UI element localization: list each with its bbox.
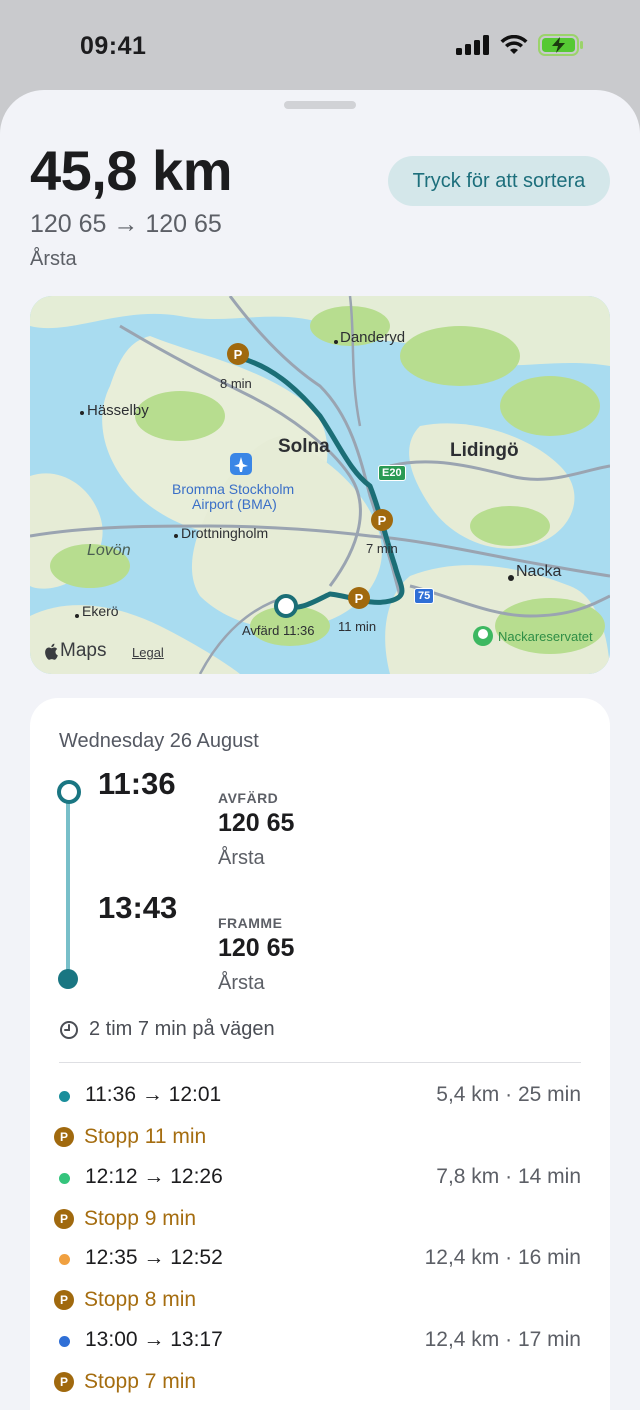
segment-row[interactable]: 11:36 → 12:01 5,4 km · 25 min <box>59 1081 581 1111</box>
departure-time: 11:36 <box>98 766 176 801</box>
arrival-marker <box>58 969 78 989</box>
maps-attribution-text: Maps <box>60 640 107 661</box>
stop-duration-label: 8 min <box>220 376 252 391</box>
stop-row: P Stopp 8 min <box>54 1285 196 1315</box>
stop-text: Stopp 8 min <box>84 1288 197 1311</box>
segment-time: 13:00 → 13:17 <box>85 1328 223 1351</box>
trip-distance: 45,8 km <box>30 139 233 202</box>
map-label-nacka: Nacka <box>516 563 562 580</box>
maps-attribution: Maps <box>44 640 106 662</box>
map-label-bromma: Bromma Stockholm <box>172 481 295 497</box>
parking-icon: P <box>54 1372 74 1392</box>
segment-time: 11:36 → 12:01 <box>85 1083 222 1106</box>
stop-text: Stopp 11 min <box>84 1125 207 1148</box>
departure-code: 120 65 <box>218 809 295 837</box>
parking-icon: P <box>54 1209 74 1229</box>
segment-row[interactable]: 13:00 → 13:17 12,4 km · 17 min <box>59 1326 581 1356</box>
trip-duration: 2 tim 7 min på vägen <box>59 1018 275 1041</box>
sheet-grabber[interactable] <box>284 101 356 109</box>
clock-icon <box>60 1020 78 1039</box>
parking-icon: P <box>54 1127 74 1147</box>
arrival-label: FRAMME <box>218 915 283 931</box>
departure-label: AVFÄRD <box>218 790 279 806</box>
apple-logo-icon <box>45 643 58 660</box>
route-map[interactable]: P P P Danderyd Hässelby Solna Lidingö Br… <box>30 296 610 674</box>
map-label-drottningholm: Drottningholm <box>181 525 269 541</box>
road-75-badge: 75 <box>414 588 435 604</box>
trip-details-card: Wednesday 26 August 11:36 AVFÄRD 120 65 … <box>30 698 610 1410</box>
segment-color-dot <box>59 1173 70 1184</box>
map-label-ekero: Ekerö <box>82 603 119 619</box>
segment-info: 12,4 km · 16 min <box>424 1246 581 1269</box>
arrival-time: 13:43 <box>98 890 178 925</box>
segment-time: 12:35 → 12:52 <box>85 1246 223 1269</box>
wifi-icon <box>500 35 528 54</box>
route-summary: 120 65 → 120 65 <box>30 210 222 238</box>
segment-time: 12:12 → 12:26 <box>85 1165 223 1188</box>
segment-info: 7,8 km · 14 min <box>436 1165 581 1188</box>
svg-text:P: P <box>378 513 387 528</box>
departure-place: Årsta <box>218 847 265 869</box>
map-legal-link[interactable]: Legal <box>132 645 164 660</box>
trip-sheet: 45,8 km Tryck för att sortera 120 65 → 1… <box>0 90 640 1410</box>
map-label-solna: Solna <box>278 436 330 457</box>
stop-duration-label: 11 min <box>338 619 377 634</box>
departure-marker <box>57 780 81 804</box>
stop-row: P Stopp 11 min <box>54 1122 206 1152</box>
map-label-nackareservatet: Nackareservatet <box>498 629 593 644</box>
status-time: 09:41 <box>80 32 147 60</box>
stop-text: Stopp 7 min <box>84 1370 197 1393</box>
origin-place: Årsta <box>30 248 77 270</box>
divider <box>59 1062 581 1063</box>
sort-button[interactable]: Tryck för att sortera <box>388 156 610 206</box>
trip-duration-text: 2 tim 7 min på vägen <box>89 1018 275 1040</box>
arrival-code: 120 65 <box>218 934 295 962</box>
segment-info: 5,4 km · 25 min <box>436 1083 581 1106</box>
map-label-lovon: Lovön <box>87 542 131 559</box>
battery-charging-icon <box>538 34 583 56</box>
segment-row[interactable]: 12:12 → 12:26 7,8 km · 14 min <box>59 1163 581 1193</box>
segment-color-dot <box>59 1336 70 1347</box>
segment-row[interactable]: 12:35 → 12:52 12,4 km · 16 min <box>59 1244 581 1274</box>
map-label-hasselby: Hässelby <box>87 402 149 419</box>
segment-color-dot <box>59 1254 70 1265</box>
parking-icon: P <box>54 1290 74 1310</box>
stop-row: P Stopp 9 min <box>54 1204 196 1234</box>
timeline-line <box>66 796 70 976</box>
road-e20-badge: E20 <box>378 465 406 481</box>
stop-duration-label: 7 min <box>366 541 398 556</box>
segment-info: 12,4 km · 17 min <box>424 1328 581 1351</box>
stop-text: Stopp 9 min <box>84 1207 197 1230</box>
status-bar: 09:41 <box>0 0 640 92</box>
svg-text:P: P <box>234 347 243 362</box>
svg-text:P: P <box>355 591 364 606</box>
map-label-danderyd: Danderyd <box>340 329 406 346</box>
arrival-place: Årsta <box>218 972 265 994</box>
cellular-signal-icon <box>456 35 489 55</box>
map-label-bromma-airport: Airport (BMA) <box>192 496 277 512</box>
map-label-lidingo: Lidingö <box>450 440 519 461</box>
stop-row: P Stopp 7 min <box>54 1367 196 1397</box>
segment-color-dot <box>59 1091 70 1102</box>
trip-date: Wednesday 26 August <box>59 730 259 752</box>
map-start-label: Avfärd 11:36 <box>242 623 315 638</box>
